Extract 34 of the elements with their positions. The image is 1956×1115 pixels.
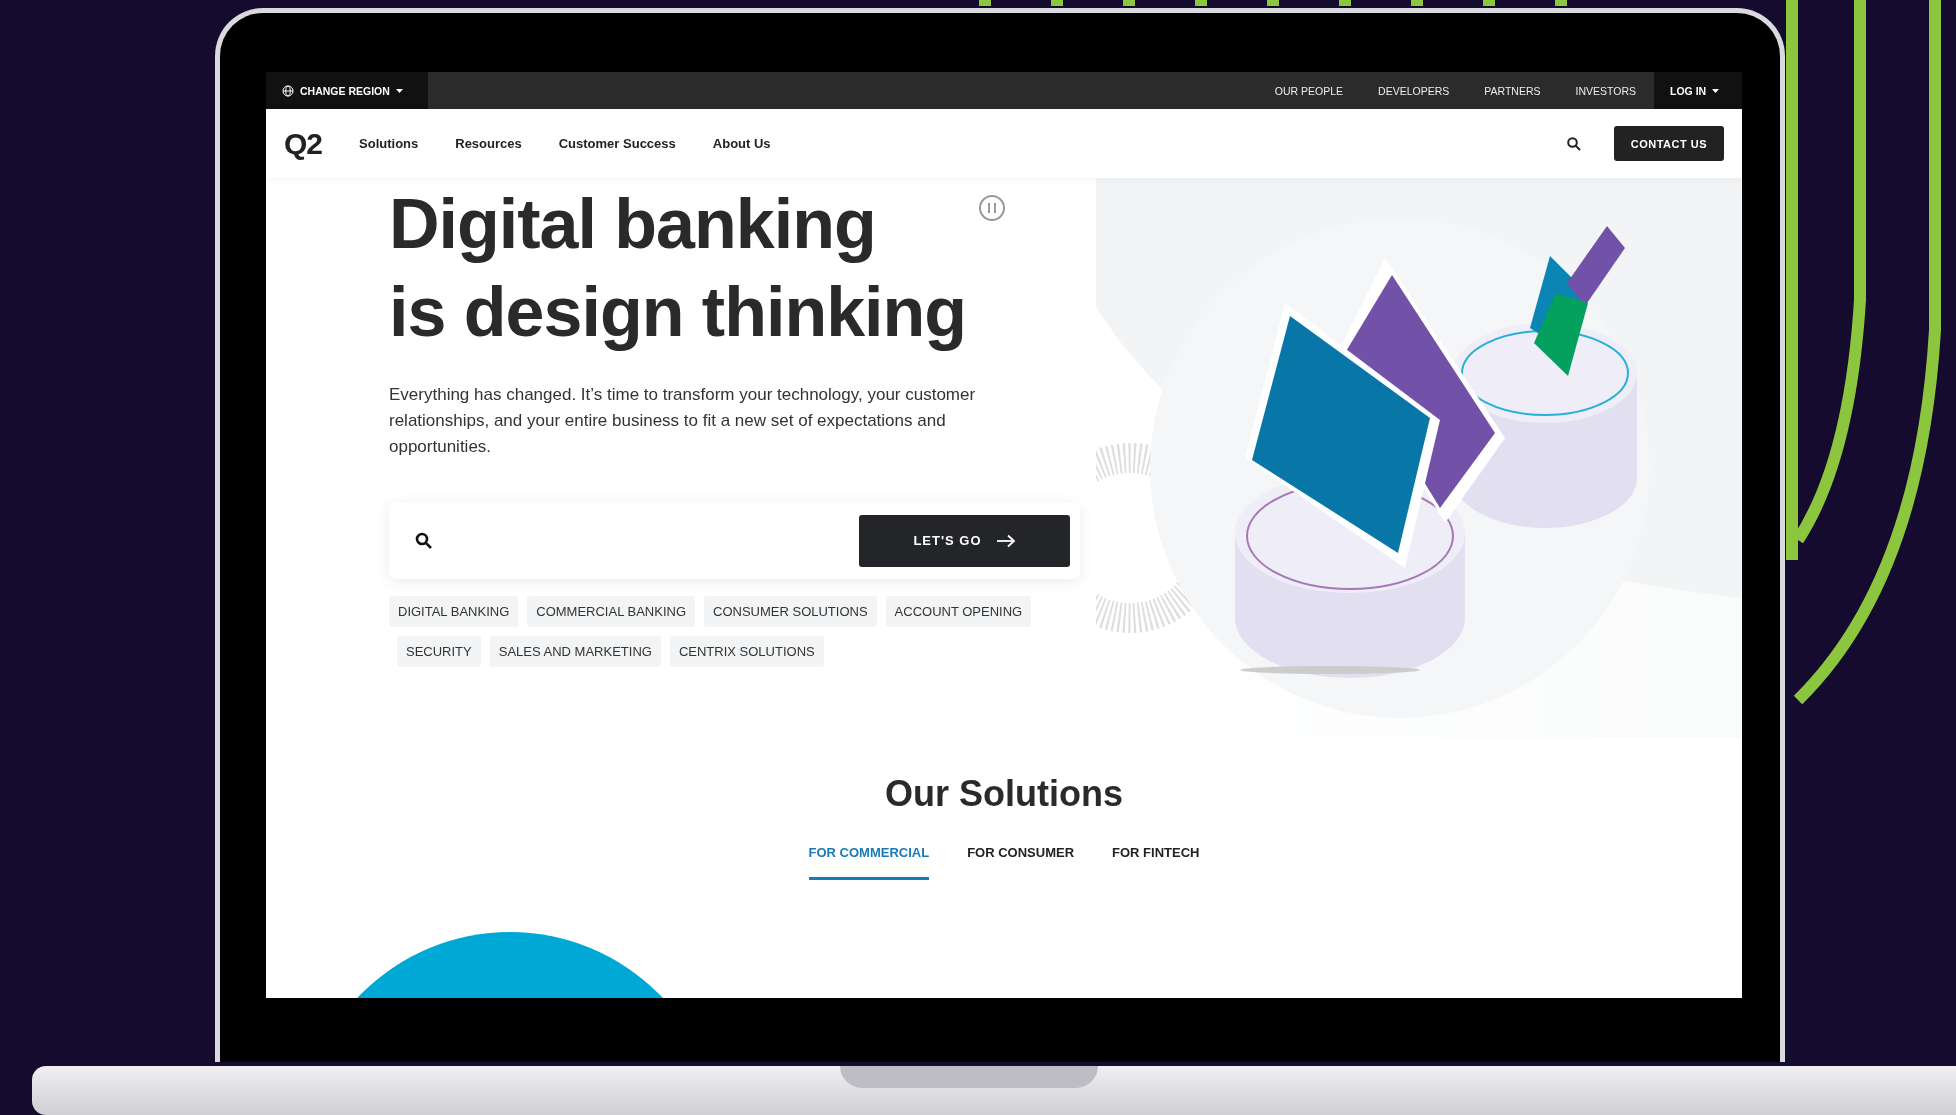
topic-tag[interactable]: DIGITAL BANKING [389, 596, 519, 627]
nav-link[interactable]: Solutions [359, 136, 419, 151]
solution-tab[interactable]: FOR CONSUMER [967, 845, 1075, 880]
search-icon[interactable] [1566, 136, 1581, 151]
hero-description: Everything has changed. It’s time to transform your technology, your customer relationships, and your entire business to fit a new set of expectations and opportunities. [389, 384, 977, 458]
login-button[interactable]: LOG IN [1654, 72, 1742, 109]
nav-link[interactable]: Customer Success [558, 136, 676, 151]
pause-icon[interactable] [978, 194, 1007, 222]
utility-link[interactable]: INVESTORS [1575, 84, 1636, 97]
hero-heading: Digital banking is design thinking [389, 184, 967, 353]
lets-go-button[interactable]: LET'S GO [859, 514, 1070, 567]
change-region-button[interactable]: CHANGE REGION [266, 72, 428, 109]
topic-tag[interactable]: COMMERCIAL BANKING [527, 596, 695, 627]
caret-icon [395, 88, 403, 93]
section-heading: Our Solutions [885, 773, 1123, 815]
nav-link[interactable]: Resources [455, 136, 522, 151]
search-field[interactable]: LET'S GO [389, 502, 1080, 579]
globe-icon [282, 84, 294, 97]
solution-tab[interactable]: FOR COMMERCIAL [808, 845, 930, 880]
topic-tag[interactable]: CENTRIX SOLUTIONS [669, 636, 824, 667]
arrow-right-icon [995, 533, 1016, 548]
logo[interactable]: Q2 [284, 126, 323, 161]
topic-tag[interactable]: CONSUMER SOLUTIONS [704, 596, 877, 627]
topic-tag[interactable]: SALES AND MARKETING [489, 636, 661, 667]
topic-tag[interactable]: SECURITY [397, 636, 481, 667]
utility-link[interactable]: PARTNERS [1484, 84, 1541, 97]
contact-us-button[interactable]: CONTACT US [1613, 126, 1724, 161]
utility-link[interactable]: DEVELOPERS [1378, 84, 1450, 97]
utility-link[interactable]: OUR PEOPLE [1274, 84, 1344, 97]
nav-link[interactable]: About Us [712, 136, 771, 151]
topic-tag[interactable]: ACCOUNT OPENING [885, 596, 1032, 627]
search-icon [415, 531, 433, 550]
solution-tab[interactable]: FOR FINTECH [1112, 845, 1200, 880]
caret-icon [1712, 88, 1720, 93]
